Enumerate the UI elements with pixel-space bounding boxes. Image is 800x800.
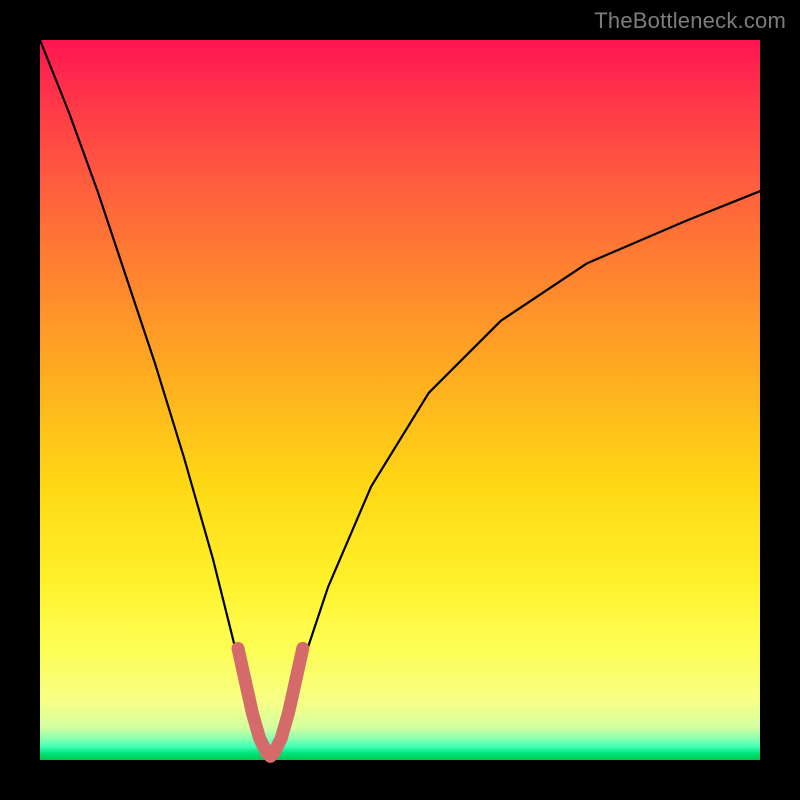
highlight-valley xyxy=(238,648,303,756)
curve-svg xyxy=(40,40,760,760)
plot-area xyxy=(40,40,760,760)
chart-frame: TheBottleneck.com xyxy=(0,0,800,800)
bottleneck-curve xyxy=(40,40,760,760)
watermark-text: TheBottleneck.com xyxy=(594,8,786,34)
